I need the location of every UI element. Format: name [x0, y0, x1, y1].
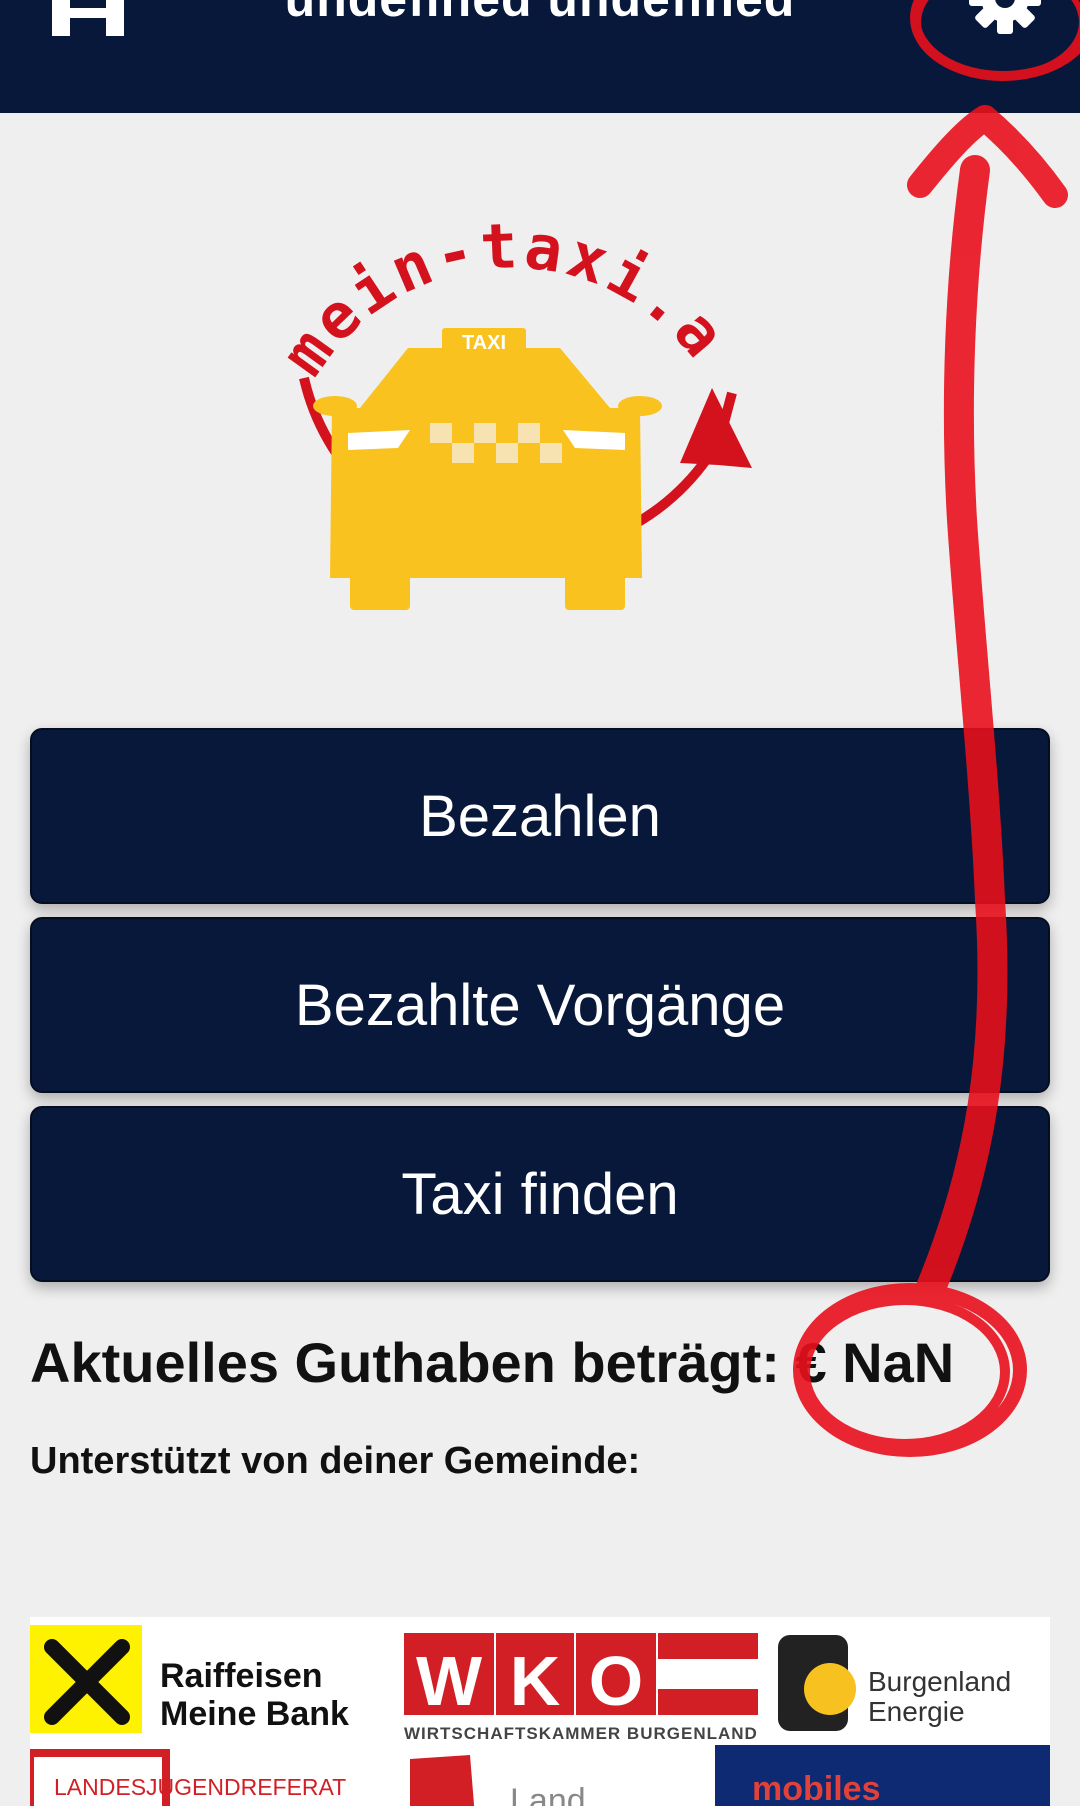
energie-sub: Energie	[868, 1696, 965, 1727]
app-header: undefined undefined	[0, 0, 1080, 113]
gear-icon[interactable]	[960, 0, 1050, 50]
wko-letter-o: O	[589, 1642, 643, 1720]
balance-line: Aktuelles Guthaben beträgt: € NaN	[30, 1330, 954, 1395]
wko-letter-k: K	[510, 1642, 561, 1720]
pay-button[interactable]: Bezahlen	[30, 728, 1050, 904]
paid-transactions-button[interactable]: Bezahlte Vorgänge	[30, 917, 1050, 1093]
raiffeisen-slogan: Meine Bank	[160, 1695, 349, 1733]
land-name: Land	[510, 1782, 586, 1806]
wko-letter-w: W	[416, 1642, 482, 1720]
raiffeisen-name: Raiffeisen	[160, 1657, 323, 1695]
wko-subtitle: WIRTSCHAFTSKAMMER BURGENLAND	[404, 1724, 758, 1743]
sponsors-heading: Unterstützt von deiner Gemeinde:	[30, 1440, 641, 1482]
home-icon[interactable]	[52, 0, 124, 36]
sponsor-logos: Raiffeisen Meine Bank W K O WIRTSCHAFTSK…	[30, 1617, 1050, 1806]
balance-label: Aktuelles Guthaben beträgt:	[30, 1331, 780, 1394]
find-taxi-button[interactable]: Taxi finden	[30, 1106, 1050, 1282]
ljr-name: LANDESJUGENDREFERAT	[54, 1774, 346, 1800]
logo-roof-sign: TAXI	[462, 332, 506, 354]
balance-value: € NaN	[795, 1331, 955, 1394]
sponsor-logos-image: Raiffeisen Meine Bank W K O WIRTSCHAFTSK…	[30, 1625, 1050, 1806]
mein-taxi-logo: mein-taxi.at TAXI	[280, 178, 752, 610]
mobiles-name: mobiles	[752, 1770, 880, 1806]
header-title: undefined undefined	[200, 0, 880, 28]
energie-name: Burgenland	[868, 1666, 1011, 1697]
